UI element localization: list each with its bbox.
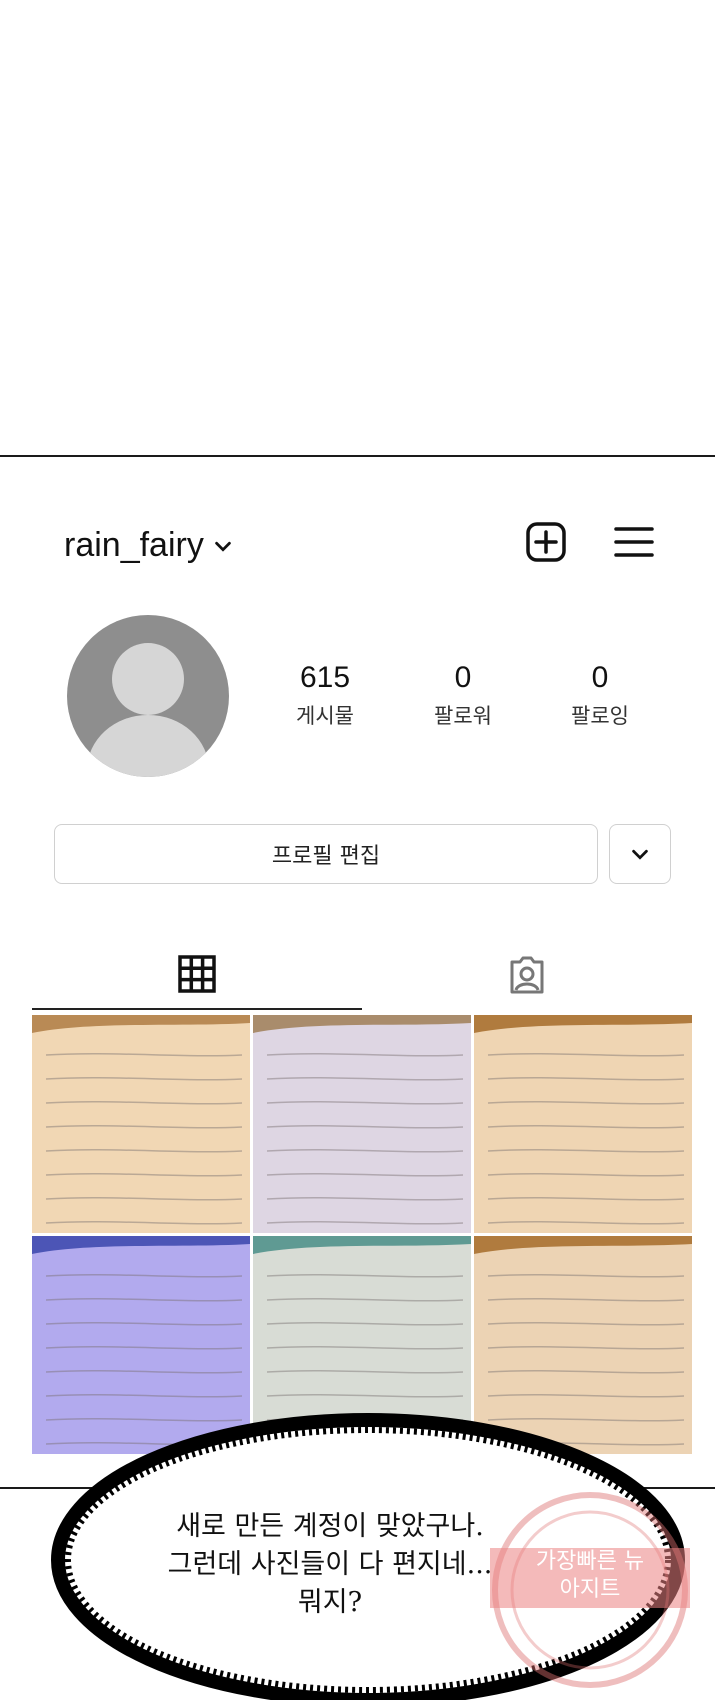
- stat-posts-value: 615: [299, 661, 351, 694]
- post-thumbnail[interactable]: [253, 1015, 471, 1233]
- watermark-line: 아지트: [559, 1577, 621, 1602]
- chevron-down-icon: [215, 541, 231, 552]
- plus-square-icon[interactable]: [524, 520, 568, 564]
- avatar-head: [112, 643, 184, 715]
- speech-line: 새로 만든 계정이 맞았구나.: [176, 1511, 484, 1542]
- hamburger-menu-icon[interactable]: [612, 520, 656, 564]
- stat-followers-value: 0: [454, 661, 472, 694]
- chevron-down-icon: [632, 849, 648, 860]
- suggestions-toggle-button[interactable]: [609, 824, 671, 884]
- username: rain_fairy: [64, 526, 204, 564]
- panel-border-top: [0, 455, 715, 457]
- profile-header: rain_fairy: [64, 520, 664, 570]
- stat-posts[interactable]: 615 게시물: [270, 660, 380, 730]
- grid-icon: [178, 955, 216, 993]
- stat-posts-label: 게시물: [296, 704, 354, 728]
- edit-profile-button[interactable]: 프로필 편집: [54, 824, 598, 884]
- stat-following[interactable]: 0 팔로잉: [545, 660, 655, 730]
- speech-line: 그런데 사진들이 다 편지네...: [167, 1549, 493, 1580]
- speech-text: 새로 만든 계정이 맞았구나. 그런데 사진들이 다 편지네... 뭐지?: [120, 1508, 540, 1622]
- tab-posts-grid[interactable]: [32, 940, 362, 1010]
- post-thumbnail[interactable]: [474, 1015, 692, 1233]
- tagged-person-icon: [510, 956, 544, 994]
- account-switcher[interactable]: rain_fairy: [64, 526, 234, 565]
- speech-line: 뭐지?: [297, 1587, 363, 1618]
- stat-following-value: 0: [591, 661, 609, 694]
- watermark-line: 가장빠른 뉴: [535, 1549, 645, 1574]
- stat-followers-label: 팔로워: [434, 704, 492, 728]
- stat-followers[interactable]: 0 팔로워: [408, 660, 518, 730]
- post-thumbnail[interactable]: [32, 1015, 250, 1233]
- watermark-label: 가장빠른 뉴 아지트: [490, 1548, 690, 1608]
- stat-following-label: 팔로잉: [571, 704, 629, 728]
- avatar[interactable]: [67, 615, 229, 777]
- tab-tagged[interactable]: [362, 940, 692, 1010]
- avatar-body: [87, 715, 209, 777]
